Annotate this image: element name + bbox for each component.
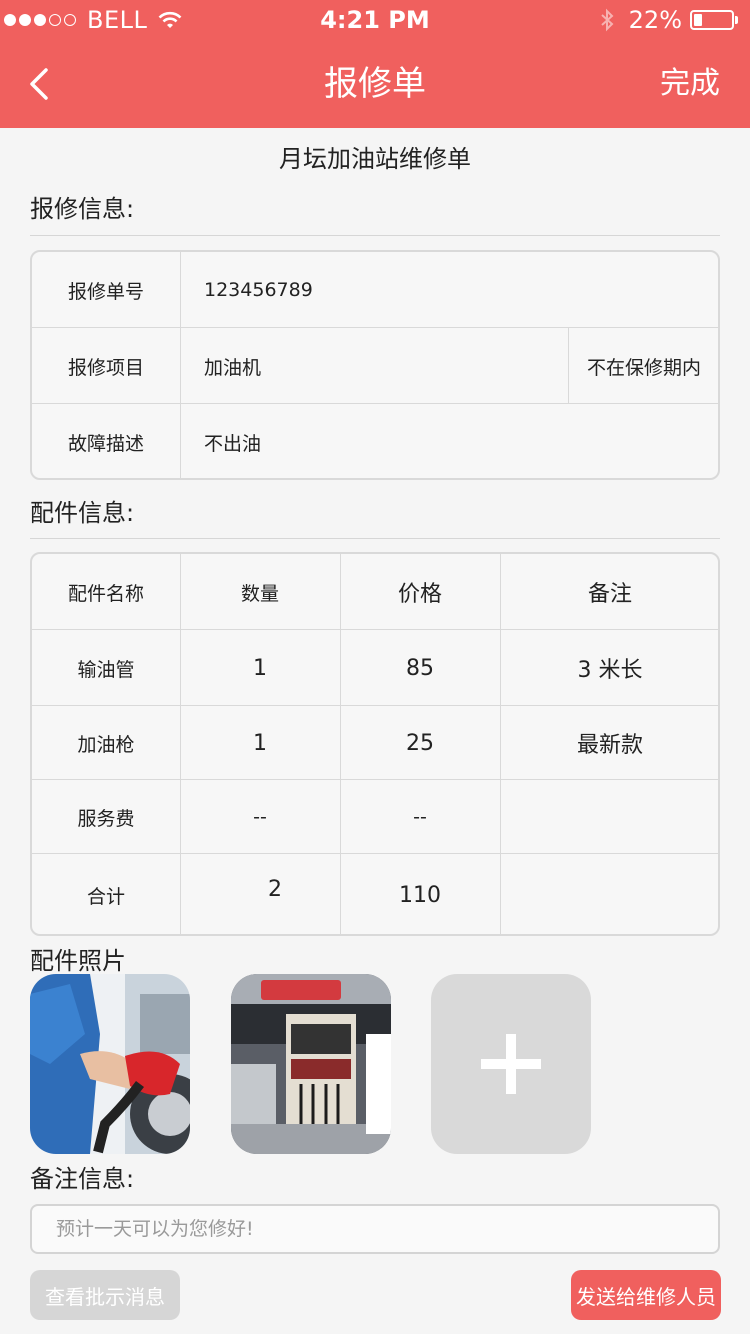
- warranty-status: 不在保修期内: [586, 356, 701, 379]
- done-button[interactable]: 完成: [660, 62, 720, 106]
- row-divider: [32, 629, 718, 630]
- row-divider: [32, 779, 718, 780]
- repair-order-number: 123456789: [204, 279, 313, 301]
- part-remark: 3 米长: [577, 658, 643, 683]
- parts-header-name: 配件名称: [67, 582, 144, 605]
- plus-icon-vertical: [506, 1034, 516, 1094]
- battery-percent: 22%: [628, 6, 682, 34]
- divider: [30, 538, 720, 539]
- page-title: 报修单: [324, 64, 426, 104]
- parts-header-remark: 备注: [587, 582, 632, 607]
- part-price: 25: [406, 730, 434, 756]
- fuel-dispenser-photo-image: [231, 974, 391, 1154]
- part-remark: 最新款: [576, 733, 643, 758]
- document-title: 月坛加油站维修单: [279, 145, 471, 173]
- add-photo-button[interactable]: [431, 974, 591, 1154]
- total-price: 110: [399, 882, 441, 908]
- repair-info-label: 报修信息:: [30, 195, 135, 223]
- status-right: 22%: [599, 6, 738, 34]
- part-photo-fuel-dispenser[interactable]: [231, 974, 391, 1154]
- parts-header-price: 价格: [397, 582, 442, 607]
- part-photo-fuel-nozzle[interactable]: [30, 974, 190, 1154]
- part-name: 服务费: [77, 807, 135, 830]
- status-bar: BELL 4:21 PM 22%: [0, 0, 750, 40]
- total-remark: [500, 854, 718, 934]
- send-to-technician-button[interactable]: 发送给维修人员: [571, 1270, 721, 1320]
- bluetooth-icon: [600, 8, 614, 32]
- repair-key-order-no: 报修单号: [67, 280, 144, 303]
- column-divider: [180, 252, 181, 478]
- part-remark: [500, 780, 718, 854]
- fuel-nozzle-photo-image: [30, 974, 190, 1154]
- column-divider: [568, 328, 569, 404]
- notes-input[interactable]: [30, 1204, 720, 1254]
- repair-key-fault: 故障描述: [67, 432, 144, 455]
- row-divider: [32, 705, 718, 706]
- parts-photos-label: 配件照片: [30, 947, 126, 975]
- battery-tip: [735, 16, 738, 24]
- column-divider: [500, 554, 501, 934]
- row-divider: [32, 853, 718, 854]
- part-qty: 1: [253, 730, 267, 756]
- battery-fill: [694, 14, 702, 26]
- repair-info-table: 报修单号 123456789 报修项目 加油机 不在保修期内 故障描述 不出油: [30, 250, 720, 480]
- parts-info-label: 配件信息:: [30, 499, 135, 527]
- total-label: 合计: [86, 885, 125, 908]
- row-divider: [32, 403, 718, 404]
- fault-description[interactable]: 不出油: [180, 404, 718, 478]
- divider: [30, 235, 720, 236]
- part-qty: --: [253, 806, 267, 828]
- repair-item-value[interactable]: 加油机: [180, 328, 568, 404]
- row-divider: [32, 327, 718, 328]
- parts-header-qty: 数量: [240, 582, 279, 605]
- part-name: 输油管: [77, 658, 135, 681]
- notes-label: 备注信息:: [30, 1165, 135, 1193]
- battery-icon: [690, 10, 734, 30]
- repair-key-item: 报修项目: [67, 356, 144, 379]
- column-divider: [180, 554, 181, 934]
- part-price: --: [413, 806, 427, 828]
- column-divider: [340, 554, 341, 934]
- header: BELL 4:21 PM 22% 报修单 完成: [0, 0, 750, 128]
- part-qty: 1: [253, 655, 267, 681]
- part-name: 加油枪: [77, 733, 135, 756]
- view-messages-button[interactable]: 查看批示消息: [30, 1270, 180, 1320]
- part-price: 85: [406, 655, 434, 681]
- parts-table: 配件名称 数量 价格 备注 输油管 1 85 3 米长 加油枪 1 25 最新款…: [30, 552, 720, 936]
